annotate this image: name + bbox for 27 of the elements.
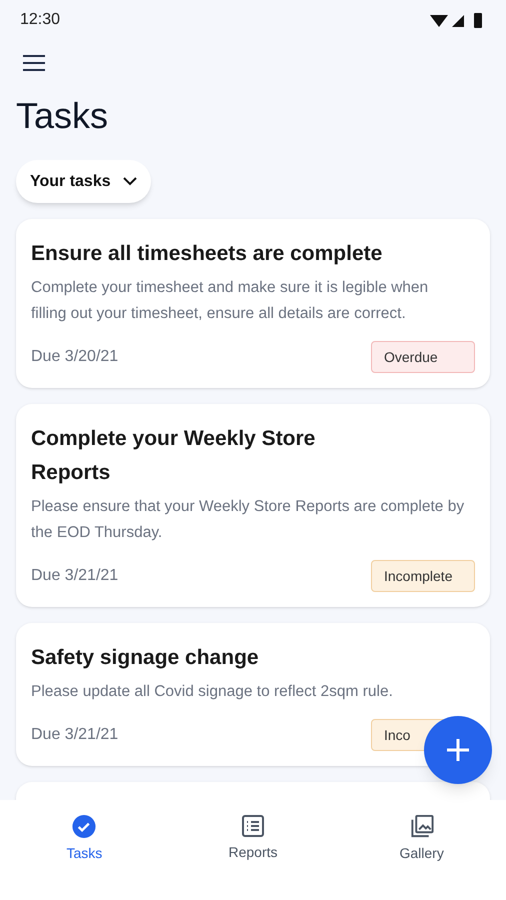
due-date: Due 3/21/21 — [31, 725, 118, 745]
task-card[interactable]: Complete your Weekly Store Reports Please ensure that your Weekly Store Reports are complete by the EOD Thursday. Due 3/21/21 Incomplete — [16, 404, 490, 607]
check-circle-icon — [71, 814, 98, 839]
menu-icon — [22, 54, 46, 72]
due-date: Due 3/20/21 — [31, 347, 118, 367]
status-badge: Overdue — [371, 341, 475, 373]
menu-button[interactable] — [22, 54, 46, 72]
task-card[interactable]: Ensure all timesheets are complete Complete your timesheet and make sure it is legible when filling out your timesheet, ensure all details are correct. Due 3/20/21 Overdue — [16, 219, 490, 388]
chevron-down-icon — [122, 177, 137, 186]
task-title: Complete your Weekly Store Reports — [31, 426, 316, 486]
task-title: Ensure all timesheets are complete — [31, 241, 384, 267]
task-description: Please update all Covid signage to reflect 2sqm rule. — [31, 682, 394, 702]
task-description: Complete your timesheet and make sure it is legible when filling out your timesheet, ensure all details are correct. — [31, 278, 430, 324]
nav-tab[interactable]: Reports — [168, 814, 338, 864]
gallery-icon — [408, 814, 435, 839]
plus-icon — [446, 738, 470, 762]
list-icon — [241, 814, 265, 838]
task-description: Please ensure that your Weekly Store Reports are complete by the EOD Thursday. — [31, 497, 466, 543]
status-time: 12:30 — [20, 10, 60, 30]
task-card[interactable]: Safety signage change Please update all Covid signage to reflect 2sqm rule. Due 3/21/21 Inco — [16, 623, 490, 766]
task-title: Safety signage change — [31, 645, 260, 671]
status-badge: Incomplete — [371, 560, 475, 592]
filter-dropdown[interactable]: Your tasks — [16, 160, 151, 203]
due-date: Due 3/21/21 — [31, 566, 118, 586]
page-title: Tasks — [16, 98, 110, 134]
nav-tab[interactable]: Gallery — [337, 814, 506, 864]
nav-tab[interactable]: Tasks — [0, 814, 169, 864]
